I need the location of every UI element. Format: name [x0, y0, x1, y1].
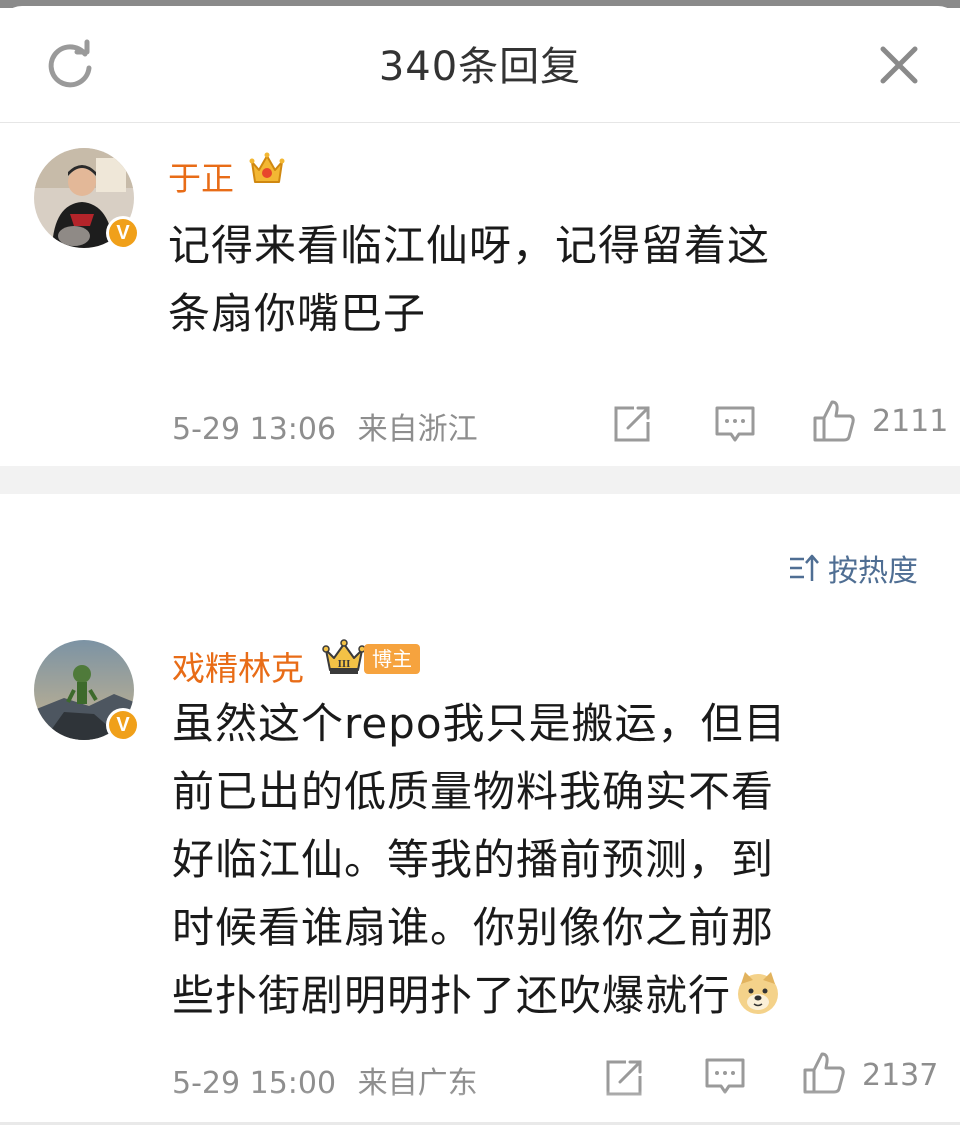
- like-count: 2137: [862, 1058, 939, 1093]
- comment-username[interactable]: 戏精林克: [172, 642, 304, 690]
- crown-level-icon: III: [322, 638, 366, 682]
- host-tag: 博主: [364, 644, 420, 674]
- comment-text-line: 好临江仙。等我的播前预测，到: [172, 835, 775, 884]
- verified-badge: V: [106, 708, 140, 742]
- bottom-fade: [0, 1090, 960, 1125]
- comment-text-line: 些扑街剧明明扑了还吹爆就行: [172, 971, 732, 1020]
- doge-emoji-icon: [735, 968, 781, 1014]
- comment-text-line-with-emoji: 些扑街剧明明扑了还吹爆就行: [172, 962, 942, 1030]
- comment-item: V 戏精林克 III 博主 虽然这个repo我只是搬运，但目 前已出的低质量物料…: [0, 0, 960, 1125]
- avatar[interactable]: V: [34, 640, 140, 742]
- comment-text-line: 前已出的低质量物料我确实不看: [172, 767, 775, 816]
- svg-text:III: III: [338, 658, 351, 670]
- comment-text-line: 时候看谁扇谁。你别像你之前那: [172, 903, 775, 952]
- comment-text: 虽然这个repo我只是搬运，但目 前已出的低质量物料我确实不看 好临江仙。等我的…: [172, 690, 942, 1030]
- comment-text-line: 虽然这个repo我只是搬运，但目: [172, 699, 787, 748]
